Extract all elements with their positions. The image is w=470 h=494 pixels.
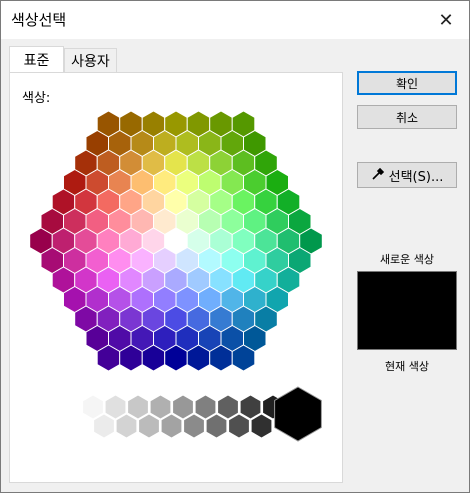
current-color-label: 현재 색상 <box>385 360 429 373</box>
gray-swatch[interactable] <box>127 394 149 420</box>
ok-button-label: 확인 <box>395 76 419 91</box>
gray-swatch[interactable] <box>82 394 104 420</box>
gray-swatch[interactable] <box>205 413 228 439</box>
gray-swatch[interactable] <box>104 394 127 420</box>
new-color-preview <box>357 271 457 350</box>
pick-color-button[interactable]: 선택(S)... <box>357 162 457 188</box>
gray-swatch[interactable] <box>250 413 273 439</box>
gray-swatch[interactable] <box>93 413 115 439</box>
gray-swatch[interactable] <box>172 394 194 420</box>
gray-swatch[interactable] <box>115 413 138 439</box>
gray-swatch[interactable] <box>194 394 217 420</box>
pick-color-label: 선택(S)... <box>388 169 444 185</box>
grayscale-swatch-row[interactable] <box>82 394 284 439</box>
gray-swatch[interactable] <box>160 413 183 439</box>
gray-swatch[interactable] <box>239 394 262 420</box>
gray-swatch[interactable] <box>138 413 160 439</box>
gray-swatch[interactable] <box>228 413 250 439</box>
cancel-button-label: 취소 <box>395 110 419 125</box>
ok-button[interactable]: 확인 <box>357 71 457 95</box>
selected-black-swatch[interactable] <box>274 386 322 442</box>
eyedropper-icon <box>371 167 385 184</box>
new-color-label: 새로운 색상 <box>379 253 435 266</box>
color-dialog: 색상선택 ✕ 표준 사용자 색상: 확인 취소 선택(S)... 새로운 색상 … <box>0 0 470 493</box>
gray-swatch[interactable] <box>183 413 205 439</box>
color-swatch-grid[interactable] <box>29 110 323 372</box>
gray-swatch[interactable] <box>149 394 172 420</box>
cancel-button[interactable]: 취소 <box>357 105 457 129</box>
gray-swatch[interactable] <box>217 394 239 420</box>
